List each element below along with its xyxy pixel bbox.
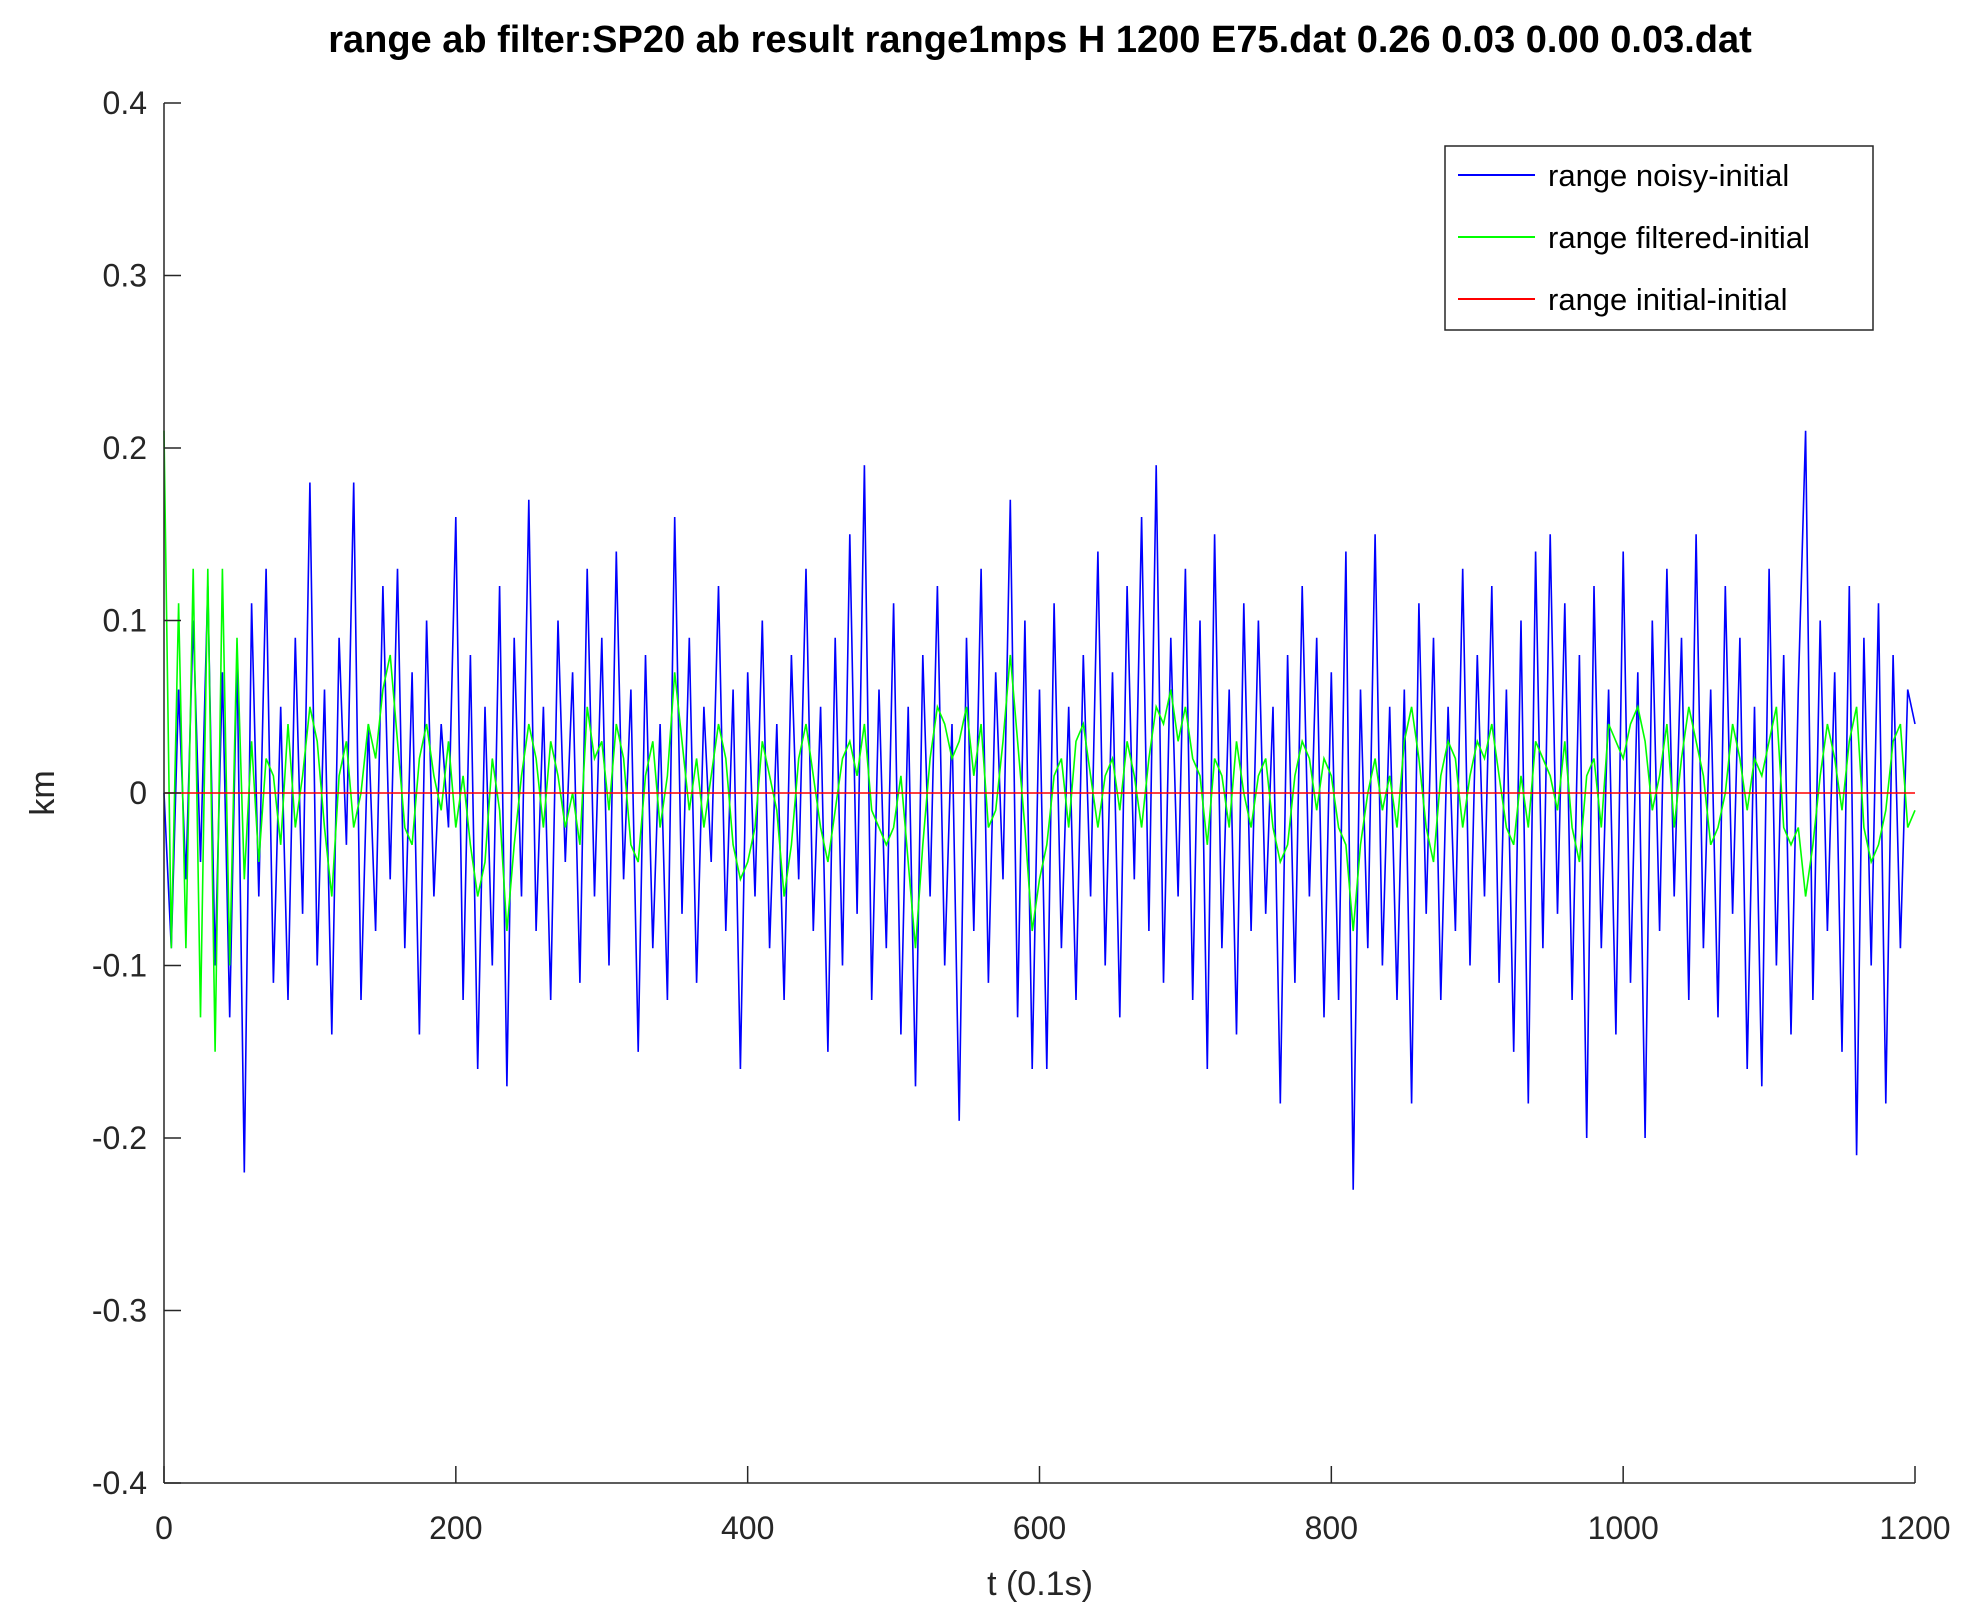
chart-title: range ab filter:SP20 ab result range1mps… [328, 19, 1752, 61]
x-tick-label: 1000 [1588, 1510, 1659, 1546]
y-tick-label: 0.4 [103, 85, 147, 121]
legend-label: range initial-initial [1548, 282, 1788, 317]
x-tick-label: 400 [721, 1510, 774, 1546]
x-tick-label: 1200 [1879, 1510, 1950, 1546]
x-tick-label: 800 [1305, 1510, 1358, 1546]
x-axis-label: t (0.1s) [987, 1565, 1093, 1603]
x-tick-label: 0 [155, 1510, 173, 1546]
y-tick-label: -0.1 [92, 948, 147, 984]
y-tick-label: -0.3 [92, 1293, 147, 1329]
y-tick-label: 0.1 [103, 603, 147, 639]
y-tick-label: 0.2 [103, 430, 147, 466]
y-tick-label: 0.3 [103, 258, 147, 294]
y-tick-label: -0.4 [92, 1465, 147, 1501]
y-tick-label: 0 [129, 775, 147, 811]
x-tick-label: 600 [1013, 1510, 1066, 1546]
chart: range ab filter:SP20 ab result range1mps… [24, 19, 1951, 1603]
x-tick-label: 200 [429, 1510, 482, 1546]
y-axis-label: km [24, 770, 62, 815]
legend: range noisy-initial range filtered-initia… [1444, 145, 1874, 331]
legend-label: range noisy-initial [1548, 158, 1789, 193]
y-tick-label: -0.2 [92, 1120, 147, 1156]
series-line-range-filtered-initial [163, 430, 1916, 1052]
series-layer [163, 430, 1916, 1190]
legend-label: range filtered-initial [1548, 220, 1810, 255]
